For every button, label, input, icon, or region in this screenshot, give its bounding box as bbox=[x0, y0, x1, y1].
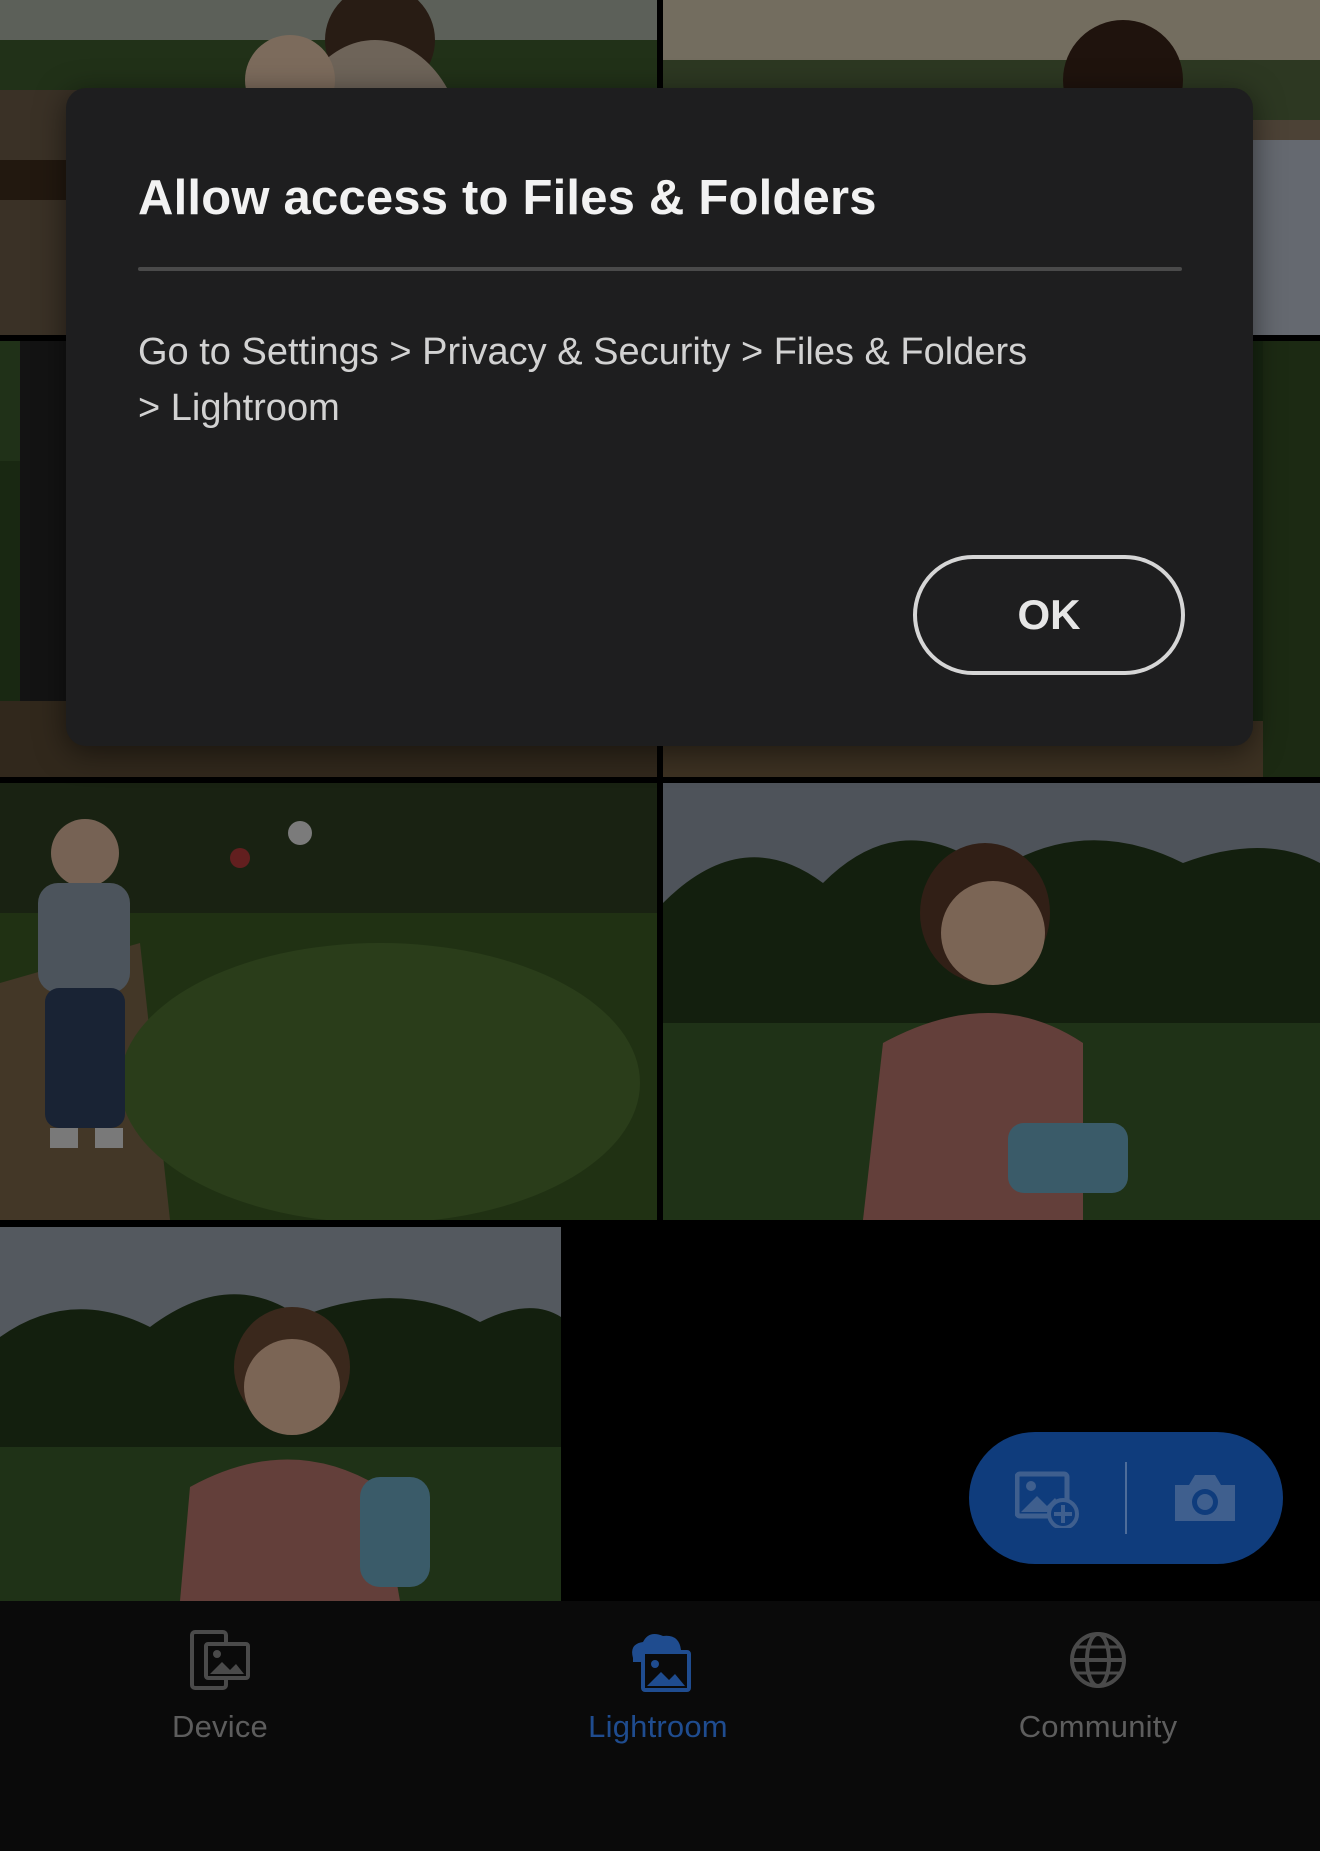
ok-button[interactable]: OK bbox=[913, 555, 1185, 675]
nav-item-community[interactable]: Community bbox=[948, 1625, 1248, 1755]
dialog-message: Go to Settings > Privacy & Security > Fi… bbox=[138, 324, 1138, 436]
nav-label-lightroom: Lightroom bbox=[588, 1709, 728, 1744]
dialog-title: Allow access to Files & Folders bbox=[138, 171, 877, 225]
lightroom-cloud-icon bbox=[623, 1625, 693, 1695]
camera-icon bbox=[1175, 1475, 1236, 1521]
camera-button[interactable] bbox=[1127, 1432, 1283, 1564]
dialog-divider bbox=[138, 267, 1182, 271]
nav-label-community: Community bbox=[1018, 1709, 1178, 1744]
nav-item-device[interactable]: Device bbox=[70, 1625, 370, 1755]
add-photo-icon bbox=[1014, 1471, 1079, 1528]
lightroom-app: Device Lightroom Community Allow access … bbox=[0, 0, 1320, 1851]
device-icon bbox=[185, 1625, 255, 1695]
add-photos-fab-group bbox=[969, 1432, 1283, 1564]
nav-label-device: Device bbox=[172, 1709, 268, 1744]
bottom-navigation: Device Lightroom Community bbox=[0, 1601, 1320, 1851]
dialog-message-line: > Lightroom bbox=[138, 387, 340, 429]
nav-item-lightroom[interactable]: Lightroom bbox=[508, 1625, 808, 1755]
globe-icon bbox=[1063, 1625, 1133, 1695]
add-photos-button[interactable] bbox=[969, 1432, 1125, 1564]
permission-dialog: Allow access to Files & Folders Go to Se… bbox=[66, 88, 1253, 746]
dialog-message-line: Go to Settings > Privacy & Security > Fi… bbox=[138, 331, 1028, 373]
